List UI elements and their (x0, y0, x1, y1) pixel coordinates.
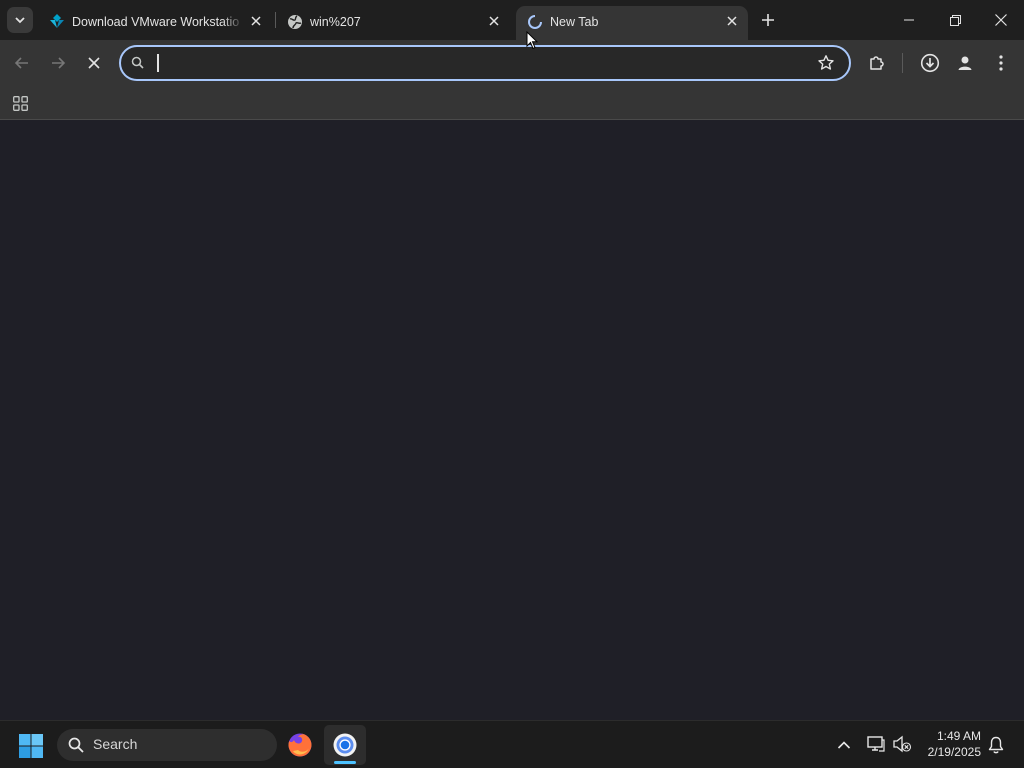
user-icon (958, 56, 972, 70)
notifications-button[interactable] (988, 736, 1004, 759)
apps-button[interactable] (8, 91, 32, 115)
clock-date: 2/19/2025 (927, 745, 981, 759)
close-tab-icon[interactable] (484, 11, 504, 31)
vmware-icon (48, 13, 66, 31)
back-button[interactable] (7, 48, 37, 78)
tab-win7[interactable]: win%207 (276, 6, 512, 40)
bell-icon (988, 736, 1004, 754)
tab-search-button[interactable] (7, 7, 33, 33)
restore-icon (949, 14, 961, 26)
chevron-up-icon (837, 741, 851, 749)
tab-title: win%207 (310, 15, 361, 29)
more-vert-icon (999, 55, 1003, 71)
bookmark-star-icon[interactable] (817, 54, 835, 77)
profile-button[interactable] (950, 48, 980, 78)
mouse-cursor-icon (526, 30, 539, 55)
address-input[interactable] (157, 53, 797, 73)
menu-button[interactable] (986, 48, 1016, 78)
address-bar[interactable] (119, 45, 851, 81)
minimize-icon (904, 19, 914, 21)
clock[interactable]: 1:49 AM 2/19/2025 (901, 728, 981, 760)
chevron-down-icon (15, 17, 25, 24)
text-caret (157, 54, 159, 72)
forward-button[interactable] (43, 48, 73, 78)
clock-time: 1:49 AM (936, 729, 981, 743)
network-icon[interactable] (866, 735, 886, 758)
page-content (0, 30, 1024, 720)
windows-logo-icon (19, 734, 43, 758)
search-icon (131, 56, 145, 75)
start-button[interactable] (18, 733, 44, 759)
extensions-button[interactable] (862, 48, 892, 78)
close-icon (88, 57, 100, 69)
browser-toolbar (0, 40, 1024, 111)
tab-strip: Download VMware Workstation win%207 New … (0, 0, 1024, 40)
download-icon (920, 53, 940, 73)
close-tab-icon[interactable] (722, 11, 742, 31)
tab-title: Download VMware Workstation (72, 15, 240, 29)
search-label: Search (93, 736, 138, 752)
new-tab-button[interactable] (756, 8, 780, 32)
tab-vmware[interactable]: Download VMware Workstation (38, 6, 274, 40)
globe-icon (286, 13, 304, 31)
puzzle-icon (870, 56, 884, 70)
downloads-button[interactable] (915, 48, 945, 78)
arrow-right-icon (52, 57, 66, 69)
tab-title: New Tab (550, 15, 599, 29)
taskbar: Search 1:49 AM 2/19/2025 (0, 720, 1024, 768)
taskbar-search[interactable]: Search (57, 729, 277, 761)
arrow-left-icon (14, 57, 28, 69)
running-indicator (334, 761, 356, 764)
close-window-button[interactable] (978, 0, 1024, 40)
tab-new-tab[interactable]: New Tab (516, 6, 748, 40)
bookmarks-bar (0, 86, 1024, 120)
minimize-button[interactable] (886, 0, 932, 40)
close-icon (995, 14, 1007, 26)
search-icon (68, 737, 84, 758)
plus-icon (762, 14, 774, 26)
apps-grid-icon (12, 95, 28, 111)
loading-spinner-icon (526, 13, 544, 31)
chrome-icon[interactable] (332, 732, 358, 758)
restore-button[interactable] (932, 0, 978, 40)
stop-loading-button[interactable] (79, 48, 109, 78)
firefox-icon[interactable] (287, 732, 313, 758)
close-tab-icon[interactable] (246, 11, 266, 31)
show-hidden-icons-button[interactable] (837, 737, 851, 755)
